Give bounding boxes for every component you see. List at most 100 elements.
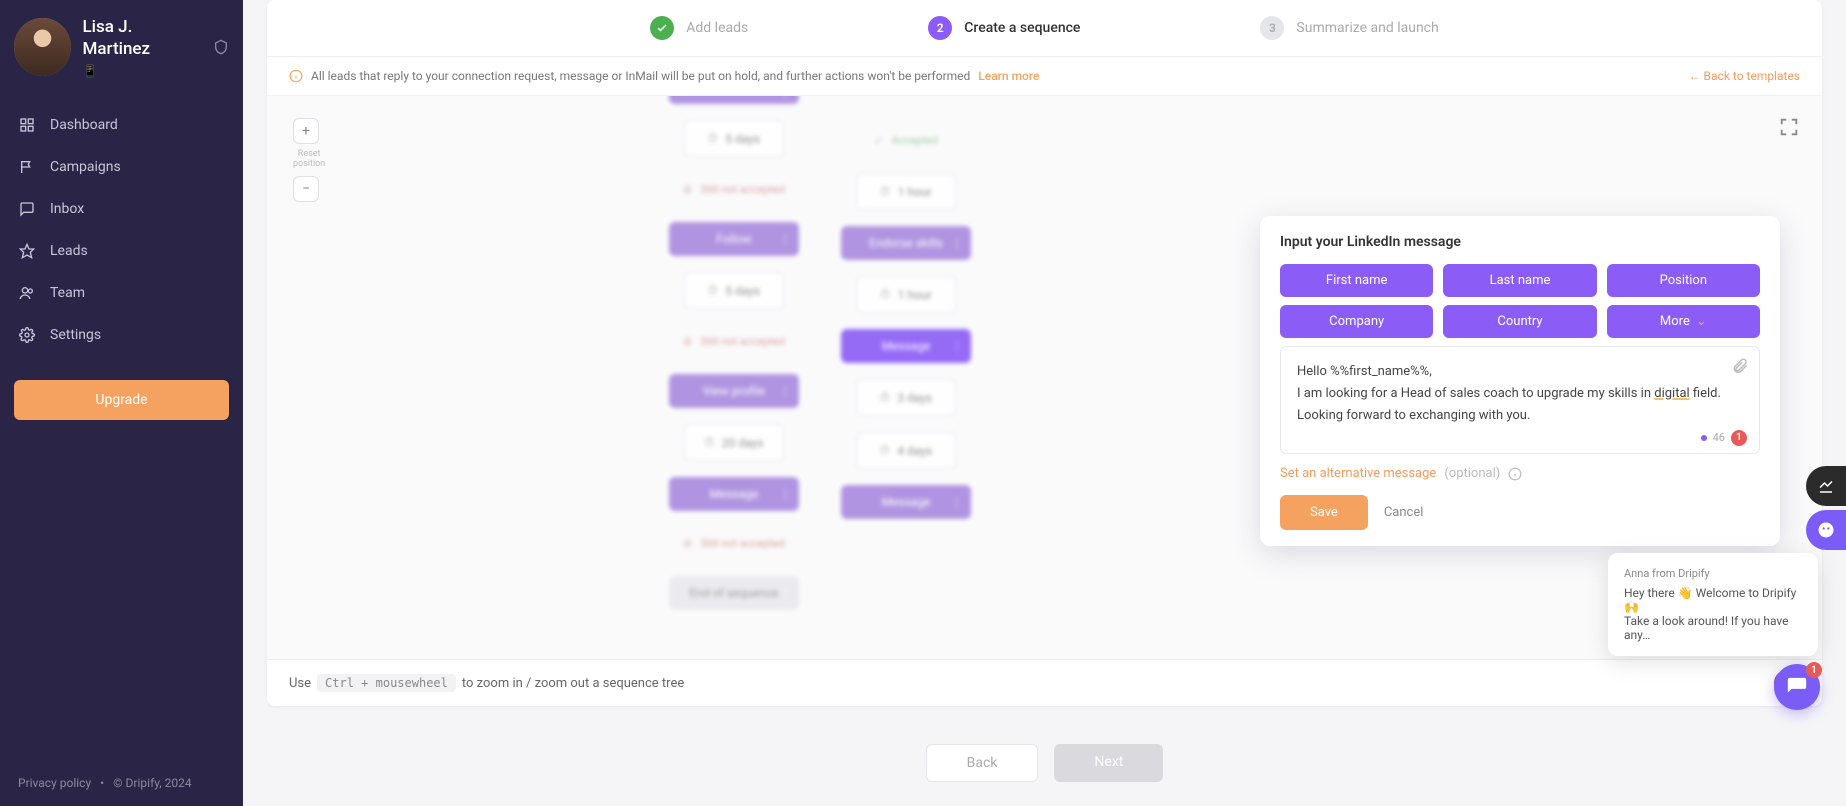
attach-icon[interactable] (1731, 357, 1749, 375)
main-area: Add leads 2 Create a sequence 3 Summariz… (243, 0, 1846, 806)
hint-kbd: Ctrl + mousewheel (317, 674, 456, 692)
zoom-reset-label: position (293, 160, 325, 170)
zoom-out-button[interactable]: − (293, 176, 319, 202)
hint-pre: Use (289, 676, 311, 691)
seq-node-view-profile[interactable]: View profile (669, 374, 799, 408)
side-fab-assistant[interactable] (1806, 510, 1846, 550)
privacy-link[interactable]: Privacy policy (18, 776, 91, 790)
flag-icon (18, 158, 36, 176)
char-count: 46 (1713, 429, 1725, 448)
seq-delay[interactable]: ⏱ 3 days (856, 379, 956, 416)
optional-label: (optional) (1444, 466, 1500, 481)
sidebar-item-label: Dashboard (50, 117, 118, 133)
sidebar-item-inbox[interactable]: Inbox (0, 188, 243, 230)
token-position[interactable]: Position (1607, 264, 1760, 297)
seq-node-message[interactable]: Message (841, 485, 971, 519)
popover-title: Input your LinkedIn message (1280, 234, 1760, 250)
seq-node-endorse[interactable]: Endorse skills (841, 226, 971, 260)
step-label: Summarize and launch (1296, 20, 1438, 36)
zoom-reset-button[interactable]: Reset position (293, 150, 325, 170)
seq-condition: ⊘ Still not accepted (667, 173, 801, 206)
hint-post: to zoom in / zoom out a sequence tree (462, 676, 684, 691)
step-summarize[interactable]: 3 Summarize and launch (1260, 16, 1438, 40)
profile-text: Lisa J. Martinez 📱 (83, 16, 202, 78)
sequence-canvas[interactable]: + Reset position − ⏱ 5 days ⊘ Still not … (267, 96, 1822, 659)
learn-more-link[interactable]: Learn more (978, 69, 1039, 83)
back-to-templates-link[interactable]: ← Back to templates (1689, 69, 1800, 83)
sidebar-item-label: Settings (50, 327, 101, 343)
zoom-in-button[interactable]: + (293, 118, 319, 144)
seq-condition: ⊘ Still not accepted (667, 325, 801, 358)
editor-line: Looking forward to exchanging with you. (1297, 405, 1743, 427)
content-card: Add leads 2 Create a sequence 3 Summariz… (267, 0, 1822, 706)
token-country[interactable]: Country (1443, 305, 1596, 338)
sidebar-item-label: Leads (50, 243, 88, 259)
alt-message-link[interactable]: Set an alternative message (1280, 466, 1436, 481)
seq-delay[interactable]: ⏱ 1 hour (856, 276, 956, 313)
chat-fab[interactable]: 1 (1774, 664, 1820, 710)
step-circle (650, 16, 674, 40)
upgrade-button[interactable]: Upgrade (14, 380, 229, 420)
grid-icon (18, 116, 36, 134)
popover-actions: Save Cancel (1280, 495, 1760, 530)
sidebar-item-campaigns[interactable]: Campaigns (0, 146, 243, 188)
token-first-name[interactable]: First name (1280, 264, 1433, 297)
message-textarea[interactable]: Hello %%first_name%%, I am looking for a… (1280, 346, 1760, 454)
seq-delay[interactable]: ⏱ 5 days (684, 272, 784, 309)
editor-line: I am looking for a Head of sales coach t… (1297, 383, 1743, 405)
seq-delay[interactable]: ⏱ 1 hour (856, 173, 956, 210)
sidebar-item-label: Inbox (50, 201, 84, 217)
step-add-leads[interactable]: Add leads (650, 16, 748, 40)
shield-icon (213, 39, 229, 55)
chat-badge: 1 (1806, 662, 1822, 678)
seq-node-message-active[interactable]: Message (841, 329, 971, 363)
gear-icon (18, 326, 36, 344)
sidebar-item-settings[interactable]: Settings (0, 314, 243, 356)
notice-text: All leads that reply to your connection … (311, 69, 970, 83)
copyright: © Dripify, 2024 (113, 776, 191, 790)
step-label: Add leads (686, 20, 748, 36)
profile-sub: 📱 (83, 64, 202, 78)
token-more-label: More (1660, 314, 1690, 329)
sidebar-item-dashboard[interactable]: Dashboard (0, 104, 243, 146)
seq-node-follow[interactable]: Follow (669, 222, 799, 256)
fullscreen-button[interactable] (1778, 116, 1800, 138)
side-fab-translate[interactable] (1806, 466, 1846, 506)
chat-toast[interactable]: Anna from Dripify Hey there 👋 Welcome to… (1608, 553, 1818, 656)
step-circle: 3 (1260, 16, 1284, 40)
seq-node[interactable] (669, 96, 799, 104)
zoom-controls: + Reset position − (293, 118, 325, 202)
seq-delay[interactable]: ⏱ 5 days (684, 120, 784, 157)
step-create-sequence[interactable]: 2 Create a sequence (928, 16, 1080, 40)
chat-from: Anna from Dripify (1624, 567, 1802, 580)
message-editor-popover: Input your LinkedIn message First name L… (1260, 216, 1780, 546)
stepper: Add leads 2 Create a sequence 3 Summariz… (267, 0, 1822, 57)
save-button[interactable]: Save (1280, 495, 1368, 530)
token-row: Company Country More ⌄ (1280, 305, 1760, 338)
info-icon[interactable] (1508, 467, 1522, 481)
separator: • (100, 776, 104, 790)
seq-delay[interactable]: ⏱ 20 days (684, 424, 784, 461)
next-button[interactable]: Next (1054, 744, 1163, 782)
token-more[interactable]: More ⌄ (1607, 305, 1760, 338)
seq-node-end[interactable]: End of sequence (669, 576, 799, 610)
editor-line: Hello %%first_name%%, (1297, 361, 1743, 383)
cancel-button[interactable]: Cancel (1384, 505, 1424, 520)
seq-delay[interactable]: ⏱ 4 days (856, 432, 956, 469)
token-company[interactable]: Company (1280, 305, 1433, 338)
sidebar-item-leads[interactable]: Leads (0, 230, 243, 272)
seq-condition-accepted: ✓ Accepted (841, 124, 971, 157)
nav: Dashboard Campaigns Inbox Leads Team Set… (0, 94, 243, 366)
sidebar-footer: Privacy policy • © Dripify, 2024 (0, 760, 243, 806)
message-icon (18, 200, 36, 218)
sidebar: Lisa J. Martinez 📱 Dashboard Campaigns I… (0, 0, 243, 806)
back-button[interactable]: Back (926, 744, 1039, 782)
token-last-name[interactable]: Last name (1443, 264, 1596, 297)
sidebar-item-team[interactable]: Team (0, 272, 243, 314)
users-icon (18, 284, 36, 302)
seq-node-message[interactable]: Message (669, 477, 799, 511)
profile-name: Lisa J. Martinez (83, 16, 202, 60)
avatar[interactable] (14, 18, 71, 76)
char-counter: 46 1 (1701, 429, 1747, 448)
token-row: First name Last name Position (1280, 264, 1760, 297)
